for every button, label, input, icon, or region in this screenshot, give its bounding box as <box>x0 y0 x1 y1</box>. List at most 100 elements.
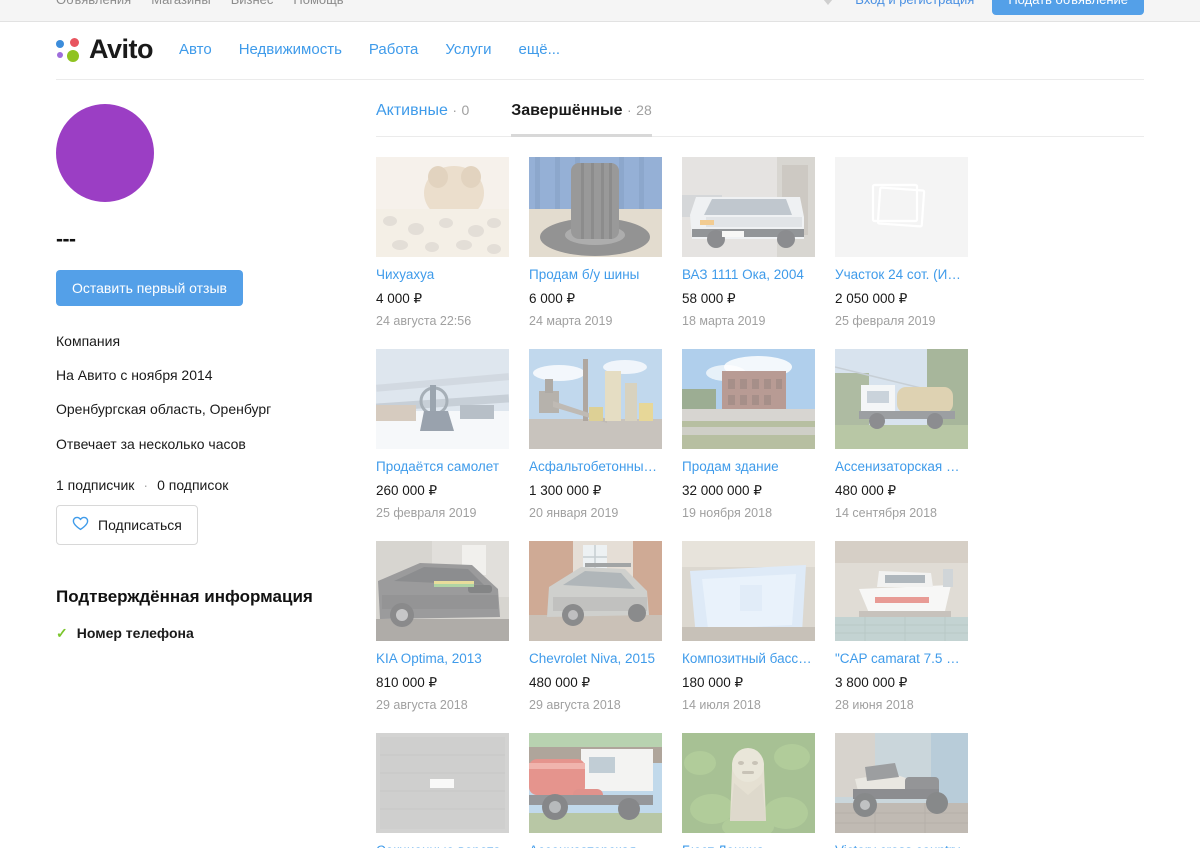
red-tanker-truck-image <box>529 732 662 833</box>
profile-meta-member-since: На Авито с ноября 2014 <box>56 367 213 384</box>
listing-card[interactable]: Ассенизаторская … 480 000 ₽ 14 сентября … <box>835 348 968 520</box>
listing-title[interactable]: Ассенизаторская … <box>835 459 968 476</box>
listing-price: 480 000 ₽ <box>529 674 591 690</box>
chevron-down-icon[interactable] <box>819 0 838 5</box>
listing-card[interactable]: Продам б/у шины 6 000 ₽ 24 марта 2019 <box>529 157 662 328</box>
listing-date: 28 июня 2018 <box>835 697 914 712</box>
profile-name: --- <box>56 228 76 251</box>
listing-card[interactable]: "CAP camarat 7.5 … 3 800 000 ₽ 28 июня 2… <box>835 540 968 712</box>
listing-card[interactable]: Victory cross country 1 650 000 ₽ 16 мая… <box>835 732 968 848</box>
listing-title[interactable]: Чихуахуа <box>376 267 509 284</box>
asphalt-plant-image <box>529 348 662 449</box>
subscribers-separator: · <box>143 476 149 493</box>
listing-card[interactable]: Продам здание 32 000 000 ₽ 19 ноября 201… <box>682 348 815 520</box>
tab-completed-listings[interactable]: Завершённые · 28 <box>511 102 652 137</box>
listing-card[interactable]: ВАЗ 1111 Ока, 2004 58 000 ₽ 18 марта 201… <box>682 157 815 328</box>
nav-link-realestate[interactable]: Недвижимость <box>239 41 342 58</box>
listing-thumbnail[interactable] <box>682 732 815 833</box>
listing-title[interactable]: "CAP camarat 7.5 … <box>835 651 968 668</box>
listing-price: 810 000 ₽ <box>376 674 438 690</box>
topbar-link-ads[interactable]: Объявления <box>56 0 131 7</box>
nav-link-auto[interactable]: Авто <box>179 41 212 58</box>
listing-tabs: Активные · 0 Завершённые · 28 <box>376 102 1144 137</box>
listing-thumbnail[interactable] <box>682 540 815 641</box>
leave-first-review-button[interactable]: Оставить первый отзыв <box>56 270 243 306</box>
listing-title[interactable]: Участок 24 сот. (И… <box>835 267 968 284</box>
listings-main: Активные · 0 Завершённые · 28 Чихуахуа 4… <box>370 80 1144 848</box>
listing-thumbnail[interactable] <box>835 157 968 257</box>
tanker-truck-beige-image <box>835 348 968 449</box>
listing-title[interactable]: Продам б/у шины <box>529 267 662 284</box>
tab-completed-separator: · <box>627 102 632 118</box>
listing-title[interactable]: KIA Optima, 2013 <box>376 651 509 668</box>
listing-thumbnail[interactable] <box>529 348 662 449</box>
listing-thumbnail[interactable] <box>835 348 968 449</box>
listing-card[interactable]: Чихуахуа 4 000 ₽ 24 августа 22:56 <box>376 157 509 328</box>
motorcycle-image <box>835 732 968 833</box>
avito-logo-dots-icon <box>56 37 82 63</box>
listing-thumbnail[interactable] <box>682 348 815 449</box>
listing-thumbnail[interactable] <box>376 348 509 449</box>
listing-title[interactable]: Ассенизаторская … <box>529 843 662 848</box>
listing-title[interactable]: Асфальтобетонны… <box>529 459 662 476</box>
listing-title[interactable]: Продам здание <box>682 459 815 476</box>
login-register-link[interactable]: Вход и регистрация <box>855 0 974 7</box>
verified-info-title: Подтверждённая информация <box>56 586 313 606</box>
subscribe-button[interactable]: Подписаться <box>56 504 198 545</box>
listing-title[interactable]: Секционные ворота <box>376 843 509 848</box>
listing-thumbnail[interactable] <box>835 732 968 833</box>
used-tires-image <box>529 157 662 257</box>
listing-price: 58 000 ₽ <box>682 290 736 306</box>
listing-card[interactable]: Секционные ворота 25 000 ₽ 27 марта 2018 <box>376 732 509 848</box>
post-ad-button[interactable]: Подать объявление <box>992 0 1144 15</box>
top-utility-links: Объявления Магазины Бизнес Помощь <box>56 0 344 7</box>
listing-thumbnail[interactable] <box>376 732 509 833</box>
listing-thumbnail[interactable] <box>529 732 662 833</box>
nav-link-jobs[interactable]: Работа <box>369 41 419 58</box>
avito-logo-text: Avito <box>89 34 154 64</box>
listing-card[interactable]: Асфальтобетонны… 1 300 000 ₽ 20 января 2… <box>529 348 662 520</box>
silver-suv-image <box>529 540 662 641</box>
subscribe-button-label: Подписаться <box>98 516 182 533</box>
avito-logo[interactable]: Avito <box>56 34 154 64</box>
check-icon: ✓ <box>56 624 68 641</box>
listing-card[interactable]: Бюст Ленина 26 000 ₽ 5 июля 2017 <box>682 732 815 848</box>
listing-thumbnail[interactable] <box>376 157 509 257</box>
listing-title[interactable]: Victory cross country <box>835 843 968 848</box>
listing-date: 24 марта 2019 <box>529 313 613 328</box>
photo-placeholder-icon <box>835 157 968 257</box>
nav-link-more[interactable]: ещё... <box>519 41 561 58</box>
listing-title[interactable]: Продаётся самолет <box>376 459 509 476</box>
topbar-link-shops[interactable]: Магазины <box>151 0 211 7</box>
blue-pool-image <box>682 540 815 641</box>
listing-price: 2 050 000 ₽ <box>835 290 908 306</box>
listing-date: 25 февраля 2019 <box>376 505 477 520</box>
listing-card[interactable]: KIA Optima, 2013 810 000 ₽ 29 августа 20… <box>376 540 509 712</box>
tab-active-separator: · <box>452 102 457 118</box>
listing-title[interactable]: ВАЗ 1111 Ока, 2004 <box>682 267 815 284</box>
tab-active-label: Активные <box>376 102 448 119</box>
listing-price: 32 000 000 ₽ <box>682 482 762 498</box>
biplane-in-snow-image <box>376 348 509 449</box>
listing-date: 29 августа 2018 <box>529 697 621 712</box>
listing-thumbnail[interactable] <box>529 157 662 257</box>
listing-price: 180 000 ₽ <box>682 674 744 690</box>
tab-active-listings[interactable]: Активные · 0 <box>376 102 469 137</box>
listing-thumbnail[interactable] <box>529 540 662 641</box>
listing-card[interactable]: Продаётся самолет 260 000 ₽ 25 февраля 2… <box>376 348 509 520</box>
topbar-link-help[interactable]: Помощь <box>293 0 343 7</box>
listing-card[interactable]: Композитный басс… 180 000 ₽ 14 июля 2018 <box>682 540 815 712</box>
listing-thumbnail[interactable] <box>682 157 815 257</box>
listing-title[interactable]: Композитный басс… <box>682 651 815 668</box>
listing-thumbnail[interactable] <box>376 540 509 641</box>
nav-link-services[interactable]: Услуги <box>445 41 491 58</box>
tab-completed-count: 28 <box>636 102 652 118</box>
topbar-link-business[interactable]: Бизнес <box>231 0 274 7</box>
listing-title[interactable]: Бюст Ленина <box>682 843 815 848</box>
listing-card[interactable]: Ассенизаторская … 220 000 ₽ 15 июля 2017 <box>529 732 662 848</box>
listing-title[interactable]: Chevrolet Niva, 2015 <box>529 651 662 668</box>
dog-on-leopard-blanket-image <box>376 157 509 257</box>
listing-card[interactable]: Chevrolet Niva, 2015 480 000 ₽ 29 август… <box>529 540 662 712</box>
listing-thumbnail[interactable] <box>835 540 968 641</box>
listing-card[interactable]: Участок 24 сот. (И… 2 050 000 ₽ 25 февра… <box>835 157 968 328</box>
